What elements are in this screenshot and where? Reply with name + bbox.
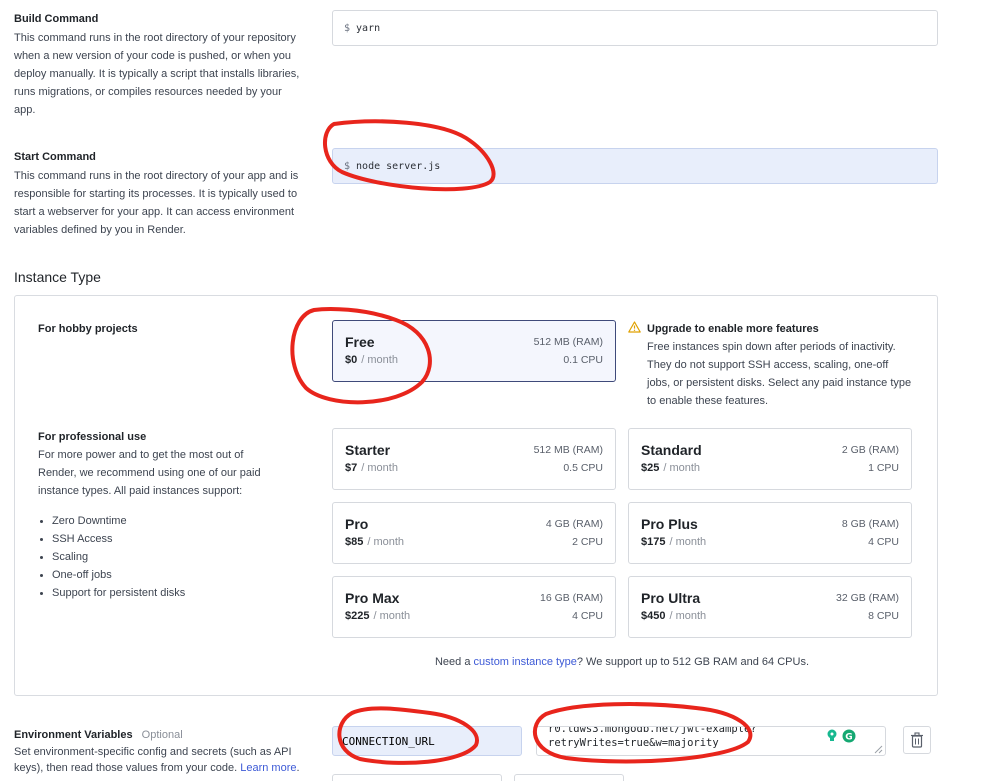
- professional-use-title: For professional use: [38, 431, 147, 443]
- plan-card-standard[interactable]: Standard $25/ month 2 GB (RAM) 1 CPU: [628, 428, 912, 490]
- env-key-value: CONNECTION_URL: [342, 734, 435, 748]
- instance-type-heading: Instance Type: [14, 269, 101, 285]
- build-command-description: This command runs in the root directory …: [14, 32, 300, 116]
- prompt-symbol: $: [344, 160, 351, 172]
- hobby-projects-title: For hobby projects: [38, 323, 138, 335]
- env-vars-title: Environment Variables: [14, 729, 133, 741]
- plan-cpu: 0.5 CPU: [563, 462, 603, 474]
- env-key-input[interactable]: CONNECTION_URL: [332, 726, 522, 756]
- delete-env-var-button[interactable]: [903, 726, 931, 754]
- custom-instance-footnote: Need a custom instance type? We support …: [434, 656, 809, 668]
- start-command-input[interactable]: $ node server.js: [332, 148, 938, 184]
- plan-card-pro-max[interactable]: Pro Max $225/ month 16 GB (RAM) 4 CPU: [332, 576, 616, 638]
- plan-card-pro[interactable]: Pro $85/ month 4 GB (RAM) 2 CPU: [332, 502, 616, 564]
- start-command-description: This command runs in the root directory …: [14, 170, 299, 236]
- env-value-line: r0.ldws3.mongodb.net/jwt-example?: [548, 726, 757, 735]
- env-value-line: retryWrites=true&w=majority: [548, 737, 719, 749]
- plan-price: $85/ month: [345, 536, 405, 548]
- upgrade-notice-text: Free instances spin down after periods o…: [647, 341, 912, 407]
- list-item: SSH Access: [38, 530, 185, 548]
- plan-name: Starter: [345, 442, 391, 458]
- warning-icon: [628, 321, 641, 333]
- prompt-symbol: $: [344, 22, 351, 34]
- professional-use-description: For more power and to get the most out o…: [38, 449, 261, 497]
- start-command-title: Start Command: [14, 151, 96, 163]
- plan-name: Pro Ultra: [641, 590, 701, 606]
- grammarly-icon[interactable]: G: [842, 729, 856, 743]
- plan-card-pro-plus[interactable]: Pro Plus $175/ month 8 GB (RAM) 4 CPU: [628, 502, 912, 564]
- list-item: Zero Downtime: [38, 512, 185, 530]
- env-value-input-next[interactable]: [514, 774, 624, 781]
- plan-cpu: 1 CPU: [868, 462, 899, 474]
- plan-cpu: 4 CPU: [572, 610, 603, 622]
- plan-name: Free: [345, 334, 375, 350]
- plan-cpu: 8 CPU: [868, 610, 899, 622]
- resize-handle-icon[interactable]: [873, 744, 883, 754]
- plan-ram: 16 GB (RAM): [539, 592, 603, 604]
- env-key-input-next[interactable]: [332, 774, 502, 781]
- upgrade-notice-title: Upgrade to enable more features: [647, 323, 819, 335]
- plan-cpu: 2 CPU: [572, 536, 603, 548]
- plan-price: $225/ month: [345, 610, 411, 622]
- plan-ram: 512 MB (RAM): [533, 444, 603, 456]
- plan-name: Pro Plus: [641, 516, 698, 532]
- plan-price: $7/ month: [345, 462, 398, 474]
- env-vars-description: Set environment-specific config and secr…: [14, 746, 300, 774]
- plan-price: $25/ month: [641, 462, 701, 474]
- plan-cpu: 4 CPU: [868, 536, 899, 548]
- plan-ram: 4 GB (RAM): [545, 518, 603, 530]
- optional-label: Optional: [141, 729, 183, 741]
- paid-features-list: Zero Downtime SSH Access Scaling One-off…: [38, 512, 185, 602]
- list-item: Support for persistent disks: [38, 584, 185, 602]
- plan-ram: 2 GB (RAM): [841, 444, 899, 456]
- plan-name: Standard: [641, 442, 702, 458]
- custom-instance-link[interactable]: custom instance type: [474, 656, 577, 668]
- start-command-value: node server.js: [356, 160, 441, 172]
- trash-icon: [911, 732, 923, 748]
- learn-more-link[interactable]: Learn more: [240, 762, 296, 774]
- plan-ram: 32 GB (RAM): [835, 592, 899, 604]
- plan-cpu: 0.1 CPU: [563, 354, 603, 366]
- svg-text:G: G: [845, 733, 852, 743]
- plan-card-pro-ultra[interactable]: Pro Ultra $450/ month 32 GB (RAM) 8 CPU: [628, 576, 912, 638]
- build-command-input[interactable]: $ yarn: [332, 10, 938, 46]
- plan-name: Pro: [345, 516, 369, 532]
- plan-name: Pro Max: [345, 590, 400, 606]
- bulb-icon[interactable]: [826, 729, 838, 743]
- list-item: One-off jobs: [38, 566, 185, 584]
- plan-price: $450/ month: [641, 610, 707, 622]
- env-vars-title-row: Environment Variables Optional: [14, 729, 183, 741]
- plan-price: $0/ month: [345, 354, 398, 366]
- plan-ram: 512 MB (RAM): [533, 336, 603, 348]
- build-command-value: yarn: [356, 22, 381, 34]
- plan-price: $175/ month: [641, 536, 707, 548]
- build-command-title: Build Command: [14, 13, 99, 25]
- plan-card-starter[interactable]: Starter $7/ month 512 MB (RAM) 0.5 CPU: [332, 428, 616, 490]
- plan-ram: 8 GB (RAM): [841, 518, 899, 530]
- list-item: Scaling: [38, 548, 185, 566]
- plan-card-free[interactable]: Free $0/ month 512 MB (RAM) 0.1 CPU: [332, 320, 616, 382]
